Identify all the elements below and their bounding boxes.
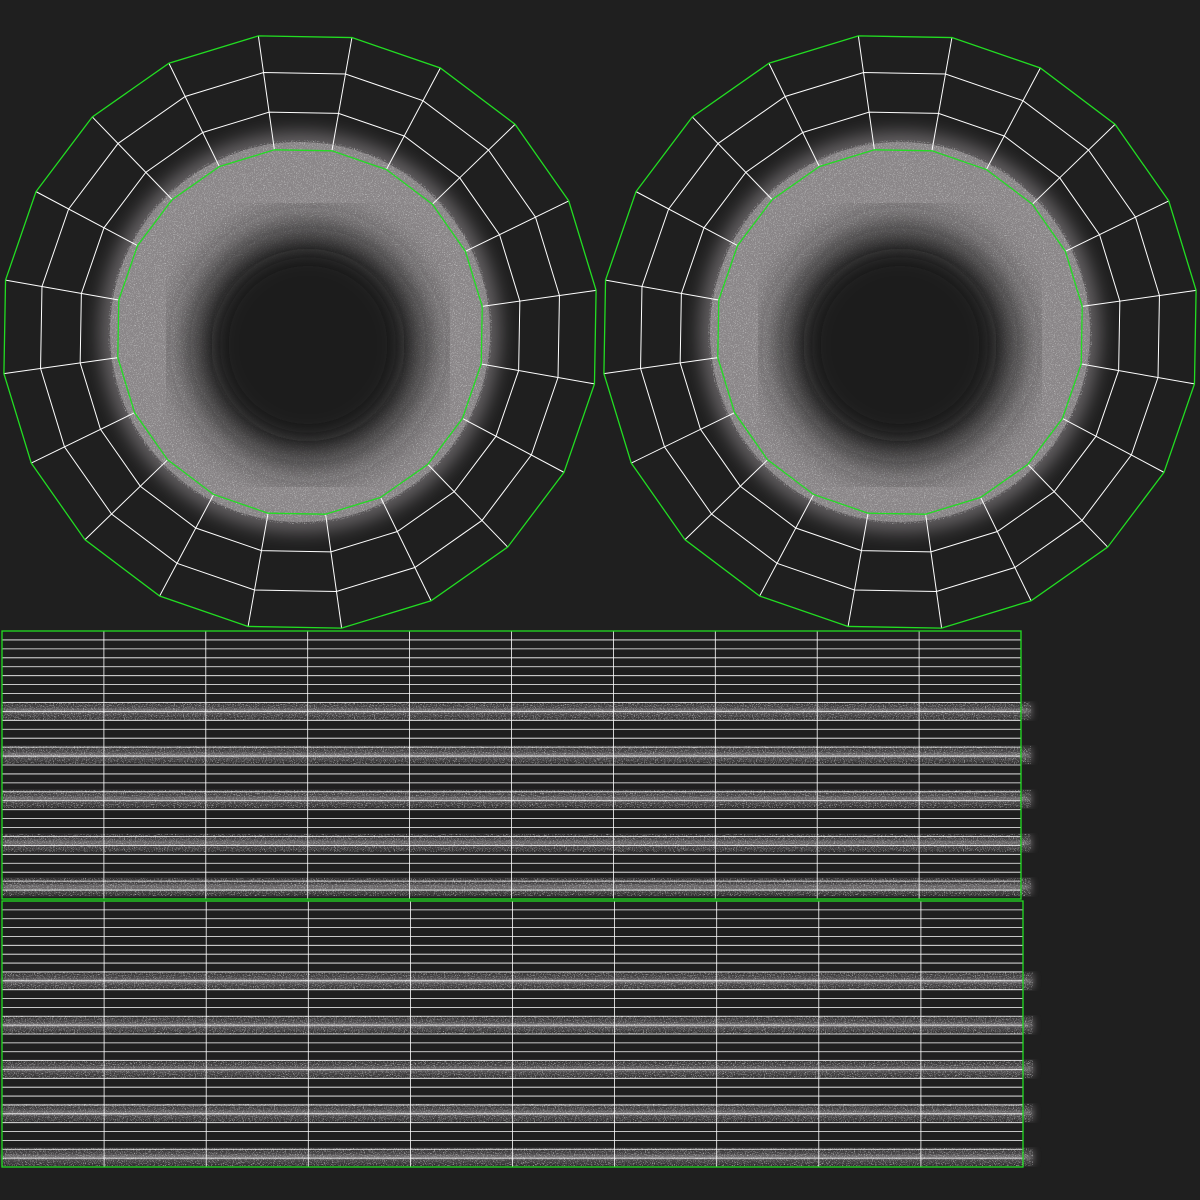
uv-spoke-edge [462, 417, 565, 473]
strip-texture-grain [2, 1148, 1033, 1166]
uv-spoke-edge [985, 67, 1041, 170]
uv-spoke-edge [1082, 289, 1197, 307]
strip-texture-grain [2, 1104, 1033, 1122]
uv-spoke-edge [35, 191, 138, 247]
uv-spoke-edge [427, 464, 509, 548]
uv-spoke-edge [432, 123, 516, 205]
uv-spoke-edge [857, 35, 875, 150]
strip-texture-grain [2, 746, 1031, 764]
uv-spoke-edge [1027, 464, 1109, 548]
uv-spoke-edge [257, 35, 275, 150]
pupil [812, 257, 988, 433]
strip-texture-grain [2, 1060, 1033, 1078]
strip-texture-grain [2, 790, 1031, 808]
uv-spoke-edge [684, 459, 768, 541]
uv-spoke-edge [3, 357, 118, 375]
uv-spoke-edge [481, 363, 595, 385]
uv-spoke-edge [385, 67, 441, 170]
pupil [220, 257, 396, 433]
uv-spoke-edge [84, 459, 168, 541]
uv-spoke-edge [5, 279, 119, 301]
disc-left [3, 35, 597, 629]
uv-layout-canvas [1, 35, 1197, 1168]
uv-spoke-edge [91, 116, 173, 200]
uv-spoke-edge [1062, 417, 1165, 473]
uv-spoke-edge [159, 494, 215, 597]
uv-spoke-edge [482, 289, 597, 307]
strip-bottom [1, 900, 1035, 1168]
uv-spoke-edge [1032, 123, 1116, 205]
uv-spoke-edge [635, 191, 738, 247]
uv-spoke-edge [691, 116, 773, 200]
uv-spoke-edge [847, 513, 869, 627]
uv-spoke-edge [931, 37, 953, 151]
uv-spoke-edge [925, 514, 943, 629]
uv-spoke-edge [759, 494, 815, 597]
strip-top [1, 630, 1033, 900]
uv-spoke-edge [1081, 363, 1195, 385]
strip-texture-grain [2, 878, 1031, 896]
uv-spoke-edge [605, 279, 719, 301]
uv-spoke-edge [331, 37, 353, 151]
uv-spoke-edge [247, 513, 269, 627]
uv-spoke-edge [325, 514, 343, 629]
disc-right [603, 35, 1197, 629]
uv-spoke-edge [603, 357, 718, 375]
